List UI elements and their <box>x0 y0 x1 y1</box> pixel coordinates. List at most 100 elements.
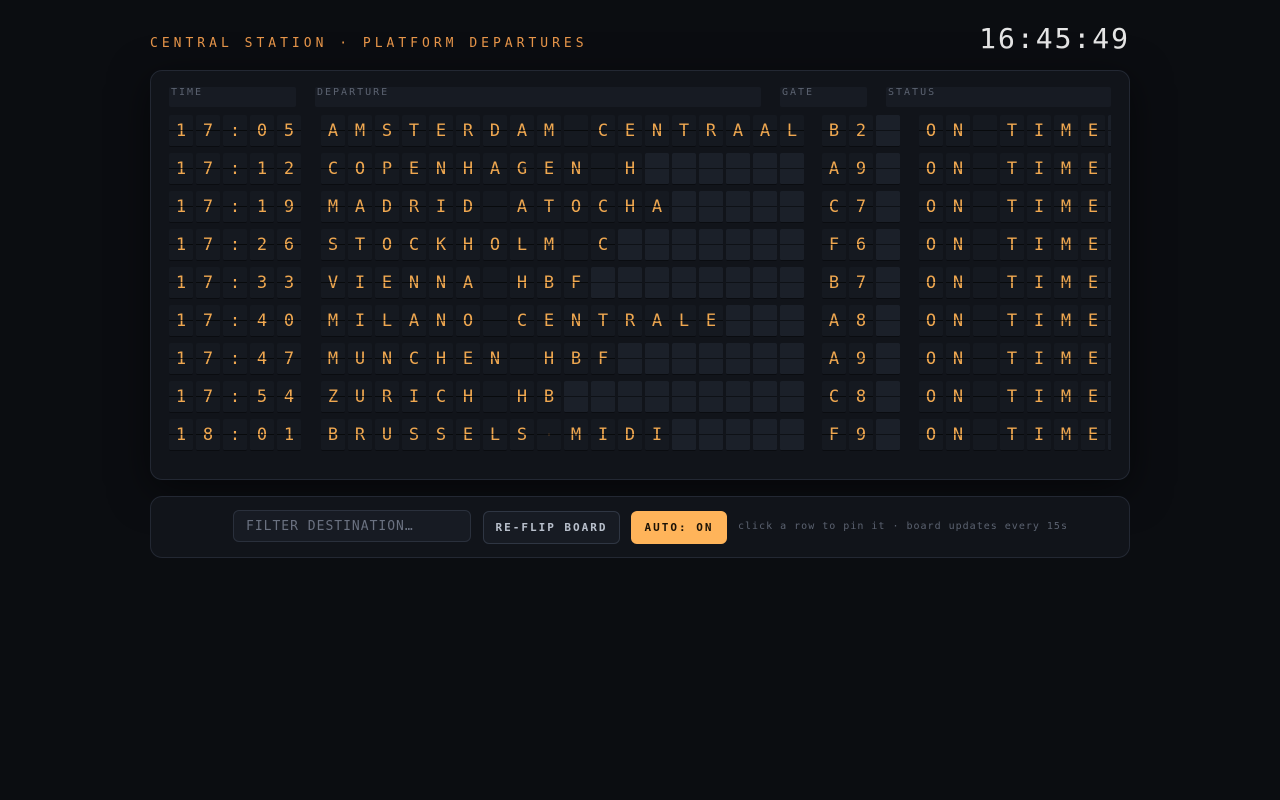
flap-cell <box>1108 267 1111 299</box>
flap-cell: 8 <box>849 381 873 413</box>
controls-panel: RE-FLIP BOARD AUTO: ON click a row to pi… <box>150 496 1130 558</box>
gate-flaps: F9 <box>822 419 903 451</box>
flap-cell <box>699 191 723 223</box>
flap-cell: H <box>429 343 453 375</box>
flap-cell: P <box>375 153 399 185</box>
column-header-status: STATUS <box>886 87 1111 107</box>
flap-cell: E <box>429 115 453 147</box>
flap-cell <box>753 267 777 299</box>
flap-cell: : <box>223 381 247 413</box>
flap-cell: N <box>946 267 970 299</box>
flap-cell: 5 <box>250 381 274 413</box>
flap-cell: T <box>1000 419 1024 451</box>
flap-cell: O <box>919 267 943 299</box>
flap-cell <box>618 267 642 299</box>
flap-cell <box>876 305 900 337</box>
flap-cell: E <box>537 153 561 185</box>
flap-cell: N <box>946 153 970 185</box>
departure-row[interactable]: 17:54ZURICHHBC8ONTIME <box>169 381 1111 413</box>
reflip-board-button[interactable]: RE-FLIP BOARD <box>483 511 620 544</box>
flap-cell: L <box>483 419 507 451</box>
flap-cell <box>726 419 750 451</box>
flap-cell: E <box>1081 343 1105 375</box>
flap-cell: A <box>822 305 846 337</box>
flap-cell <box>672 419 696 451</box>
flap-cell: C <box>321 153 345 185</box>
flap-cell <box>973 343 997 375</box>
flap-cell <box>780 343 804 375</box>
flap-cell: U <box>348 381 372 413</box>
flap-cell: 1 <box>250 191 274 223</box>
departure-row[interactable]: 17:40MILANOCENTRALEA8ONTIME <box>169 305 1111 337</box>
flap-cell: D <box>483 115 507 147</box>
flap-cell: 7 <box>196 305 220 337</box>
flap-cell: 8 <box>196 419 220 451</box>
flap-cell: T <box>672 115 696 147</box>
flap-cell: N <box>946 115 970 147</box>
flap-cell: O <box>456 305 480 337</box>
flap-cell: E <box>375 267 399 299</box>
flap-cell <box>753 305 777 337</box>
flap-cell <box>876 191 900 223</box>
flap-cell: I <box>348 267 372 299</box>
gate-flaps: B2 <box>822 115 903 147</box>
flap-cell: U <box>375 419 399 451</box>
flap-cell <box>753 191 777 223</box>
departure-row[interactable]: 17:12COPENHAGENHA9ONTIME <box>169 153 1111 185</box>
flap-cell: M <box>1054 115 1078 147</box>
auto-toggle-button[interactable]: AUTO: ON <box>631 511 727 544</box>
flap-cell <box>753 229 777 261</box>
flap-cell: 9 <box>277 191 301 223</box>
flap-cell: L <box>375 305 399 337</box>
flap-cell <box>618 229 642 261</box>
flap-cell: E <box>1081 229 1105 261</box>
flap-cell: 1 <box>169 419 193 451</box>
filter-destination-input[interactable] <box>233 510 471 542</box>
flap-cell: N <box>564 153 588 185</box>
departure-row[interactable]: 17:19MADRIDATOCHAC7ONTIME <box>169 191 1111 223</box>
flap-cell: F <box>822 229 846 261</box>
gate-flaps: A9 <box>822 343 903 375</box>
flap-cell: M <box>321 191 345 223</box>
flap-cell: I <box>591 419 615 451</box>
flap-cell: A <box>456 267 480 299</box>
departure-row[interactable]: 17:26STOCKHOLMCF6ONTIME <box>169 229 1111 261</box>
flap-cell: M <box>321 343 345 375</box>
flap-cell: 0 <box>250 115 274 147</box>
flap-cell: M <box>537 229 561 261</box>
flap-cell: S <box>375 115 399 147</box>
departure-row[interactable]: 1 8:0 1 B R U S S E L S · M I D I F 9 O N T I M E <box>169 419 1111 451</box>
flap-cell <box>1108 191 1111 223</box>
flap-cell: D <box>456 191 480 223</box>
flap-cell: 6 <box>277 229 301 261</box>
flap-cell <box>645 343 669 375</box>
flap-cell: A <box>645 305 669 337</box>
flap-cell: E <box>1081 305 1105 337</box>
flap-cell <box>780 229 804 261</box>
hint-text: click a row to pin it · board updates ev… <box>738 521 1068 532</box>
flap-cell: E <box>1081 267 1105 299</box>
flap-cell: H <box>510 381 534 413</box>
flap-cell: 4 <box>277 381 301 413</box>
departure-flaps: COPENHAGENH <box>321 153 807 185</box>
gate-flaps: F6 <box>822 229 903 261</box>
flap-cell: 8 <box>849 305 873 337</box>
time-flaps: 17:54 <box>169 381 304 413</box>
departure-row[interactable]: 17:33VIENNAHBFB7ONTIME <box>169 267 1111 299</box>
gate-flaps: A9 <box>822 153 903 185</box>
flap-cell: O <box>919 381 943 413</box>
flap-cell: G <box>510 153 534 185</box>
flap-cell: E <box>456 419 480 451</box>
flap-cell <box>483 267 507 299</box>
flap-cell: M <box>1054 267 1078 299</box>
flap-cell <box>726 381 750 413</box>
flap-cell <box>753 153 777 185</box>
flap-cell: E <box>1081 153 1105 185</box>
gate-flaps: A8 <box>822 305 903 337</box>
flap-cell: E <box>1081 191 1105 223</box>
flap-cell: M <box>537 115 561 147</box>
flap-cell: O <box>564 191 588 223</box>
departure-row[interactable]: 17:47MUNCHENHBFA9ONTIME <box>169 343 1111 375</box>
departure-row[interactable]: 17:05AMSTERDAMCENTRAALB2ONTIME <box>169 115 1111 147</box>
flap-cell: T <box>591 305 615 337</box>
